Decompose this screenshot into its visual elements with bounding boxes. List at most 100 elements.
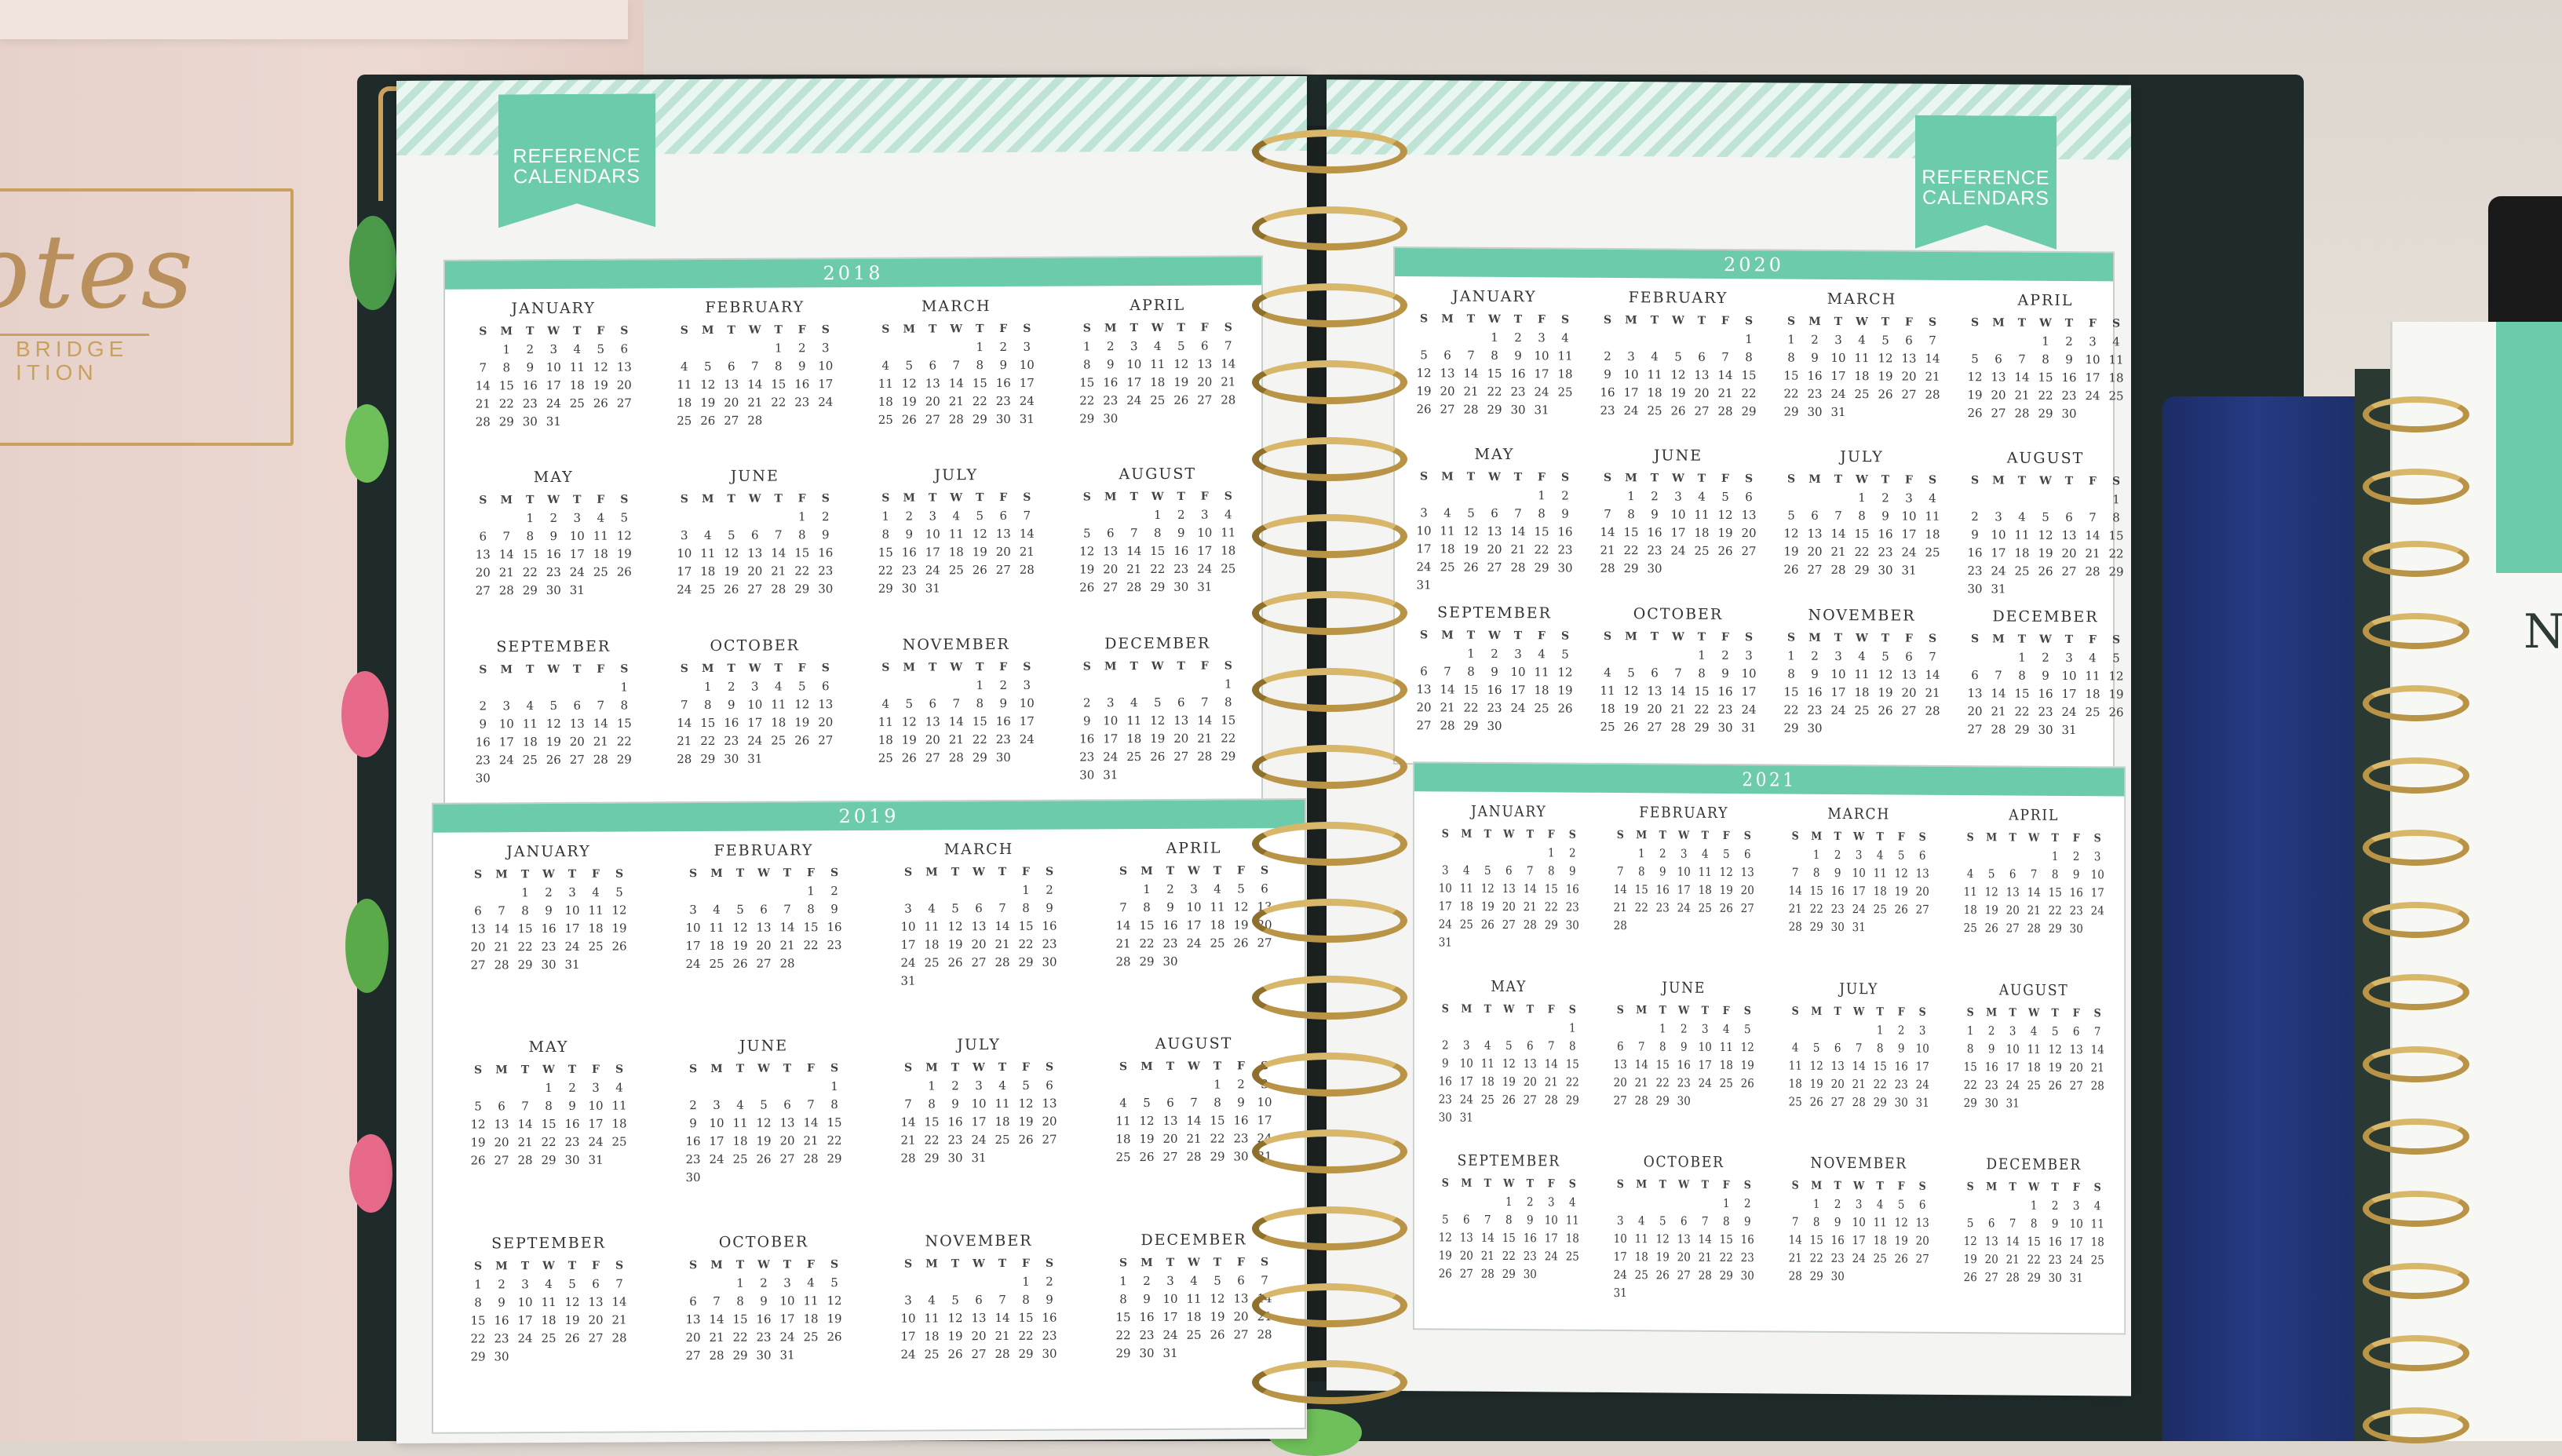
weekday-label: S [1568, 1177, 1576, 1191]
weekday-label: S [479, 663, 487, 677]
blank-day [1520, 1020, 1541, 1036]
day-number: 22 [616, 734, 632, 749]
day-number: 15 [1502, 1231, 1516, 1246]
day-number: 5 [797, 678, 806, 694]
day-number: 1 [1787, 332, 1795, 347]
weekday-label: S [1045, 865, 1054, 878]
month-name: JANUARY [1470, 802, 1547, 821]
day-number: 23 [724, 733, 739, 748]
day-number: 31 [1103, 767, 1119, 782]
day-number: 7 [1637, 1038, 1645, 1053]
weekday-label: F [1905, 473, 1913, 487]
day-number: 11 [1854, 351, 1870, 366]
weekday-label: S [473, 868, 483, 881]
day-number: 26 [724, 582, 739, 597]
spiral-coil [1252, 976, 1407, 1020]
day-number: 8 [1143, 900, 1151, 915]
month-july: JULY S M T W T F S 1 2 3 4 5 6 7 8 9 10 11 12 13 14 15 16 17 18 19… [865, 466, 1048, 632]
day-number: 15 [1115, 1309, 1131, 1324]
month-july: JULY S M T W T F S 1 2 3 4 5 6 7 8 9 10 11 12 13 14 15 16 17 18 19… [1779, 448, 1944, 603]
weekday-label: F [999, 660, 1008, 673]
day-number: 7 [1130, 526, 1138, 541]
day-number: 22 [1534, 542, 1549, 557]
day-number: 26 [1719, 900, 1733, 916]
day-number: 19 [2108, 687, 2124, 702]
blank-day [518, 680, 542, 696]
day-number: 4 [2018, 509, 2026, 524]
day-number: 4 [1651, 349, 1659, 364]
day-number: 28 [677, 751, 692, 766]
day-number: 22 [1487, 384, 1502, 399]
day-number: 22 [2108, 546, 2124, 561]
blank-day [1596, 646, 1619, 662]
weekday-label: W [2039, 316, 2052, 330]
day-number: 11 [1557, 348, 1573, 363]
day-grid: S M T W T F S 1 2 3 4 5 6 7 8 9 10 11 12 13 14 15 16 17 18 19 20 21… [1785, 828, 1933, 936]
day-number: 8 [830, 1097, 838, 1112]
day-number: 3 [1834, 332, 1842, 348]
day-number: 29 [1963, 1095, 1977, 1110]
weekday-label: T [1834, 1180, 1841, 1193]
day-number: 4 [2112, 334, 2120, 349]
day-number: 11 [1925, 509, 1940, 524]
ribbon-line-1: REFERENCE [513, 144, 641, 168]
day-number: 20 [1103, 562, 1119, 577]
day-number: 19 [1894, 1233, 1908, 1248]
day-number: 6 [1106, 526, 1115, 541]
day-number: 22 [1623, 543, 1639, 558]
ribbon-line-2: CALENDARS [513, 165, 640, 188]
day-number: 8 [928, 1097, 936, 1111]
day-number: 25 [593, 564, 608, 580]
day-number: 26 [2038, 564, 2053, 579]
day-number: 29 [1655, 1093, 1670, 1108]
day-number: 9 [1987, 1041, 1995, 1056]
day-number: 29 [1741, 404, 1757, 419]
day-number: 6 [929, 358, 937, 373]
weekday-label: W [950, 323, 963, 336]
day-number: 22 [771, 395, 786, 410]
blank-day [1963, 333, 1987, 349]
weekday-label: M [495, 1064, 508, 1077]
day-number: 12 [1984, 885, 1998, 900]
weekday-label: S [2093, 1181, 2101, 1195]
day-number: 11 [677, 378, 692, 392]
weekday-label: W [547, 494, 560, 507]
day-number: 8 [1547, 863, 1555, 878]
month-name: JULY [1839, 980, 1879, 998]
day-number: 20 [2069, 1060, 2083, 1075]
day-number: 12 [1623, 683, 1639, 698]
day-number: 21 [771, 564, 786, 578]
day-number: 25 [732, 1152, 748, 1167]
weekday-label: T [976, 323, 984, 336]
day-number: 22 [1544, 900, 1558, 914]
day-number: 18 [924, 1329, 940, 1344]
day-number: 9 [549, 529, 558, 544]
day-number: 1 [1812, 1197, 1820, 1212]
weekday-label: S [1616, 1178, 1624, 1191]
day-number: 15 [1719, 1232, 1733, 1247]
day-number: 2 [1441, 1038, 1449, 1053]
weekday-label: F [1200, 321, 1209, 334]
weekday-label: F [1237, 864, 1245, 878]
day-number: 14 [900, 1115, 916, 1130]
day-number: 6 [1651, 665, 1659, 681]
weekday-label: W [542, 1259, 555, 1272]
reference-calendars-ribbon-right: REFERENCE CALENDARS [1915, 115, 2057, 250]
day-number: 21 [948, 732, 964, 747]
day-number: 22 [732, 1330, 748, 1345]
day-number: 25 [1925, 546, 1940, 560]
weekday-label: T [1484, 1177, 1491, 1191]
day-number: 24 [1698, 1075, 1712, 1090]
month-june: JUNE S M T W T F S 1 2 3 4 5 6 7 8 9 10 11 12 13 14 15 16 17 18 19… [664, 467, 847, 633]
day-number: 2 [1971, 509, 1979, 524]
day-number: 17 [1186, 918, 1202, 932]
day-number: 11 [1634, 1232, 1648, 1246]
day-number: 5 [2112, 651, 2120, 666]
day-number: 17 [747, 715, 763, 730]
day-number: 16 [1878, 527, 1893, 542]
day-number: 12 [1173, 356, 1189, 371]
day-number: 4 [928, 901, 936, 916]
day-number: 22 [700, 733, 716, 748]
day-number: 26 [470, 1153, 486, 1168]
day-number: 29 [972, 412, 987, 427]
